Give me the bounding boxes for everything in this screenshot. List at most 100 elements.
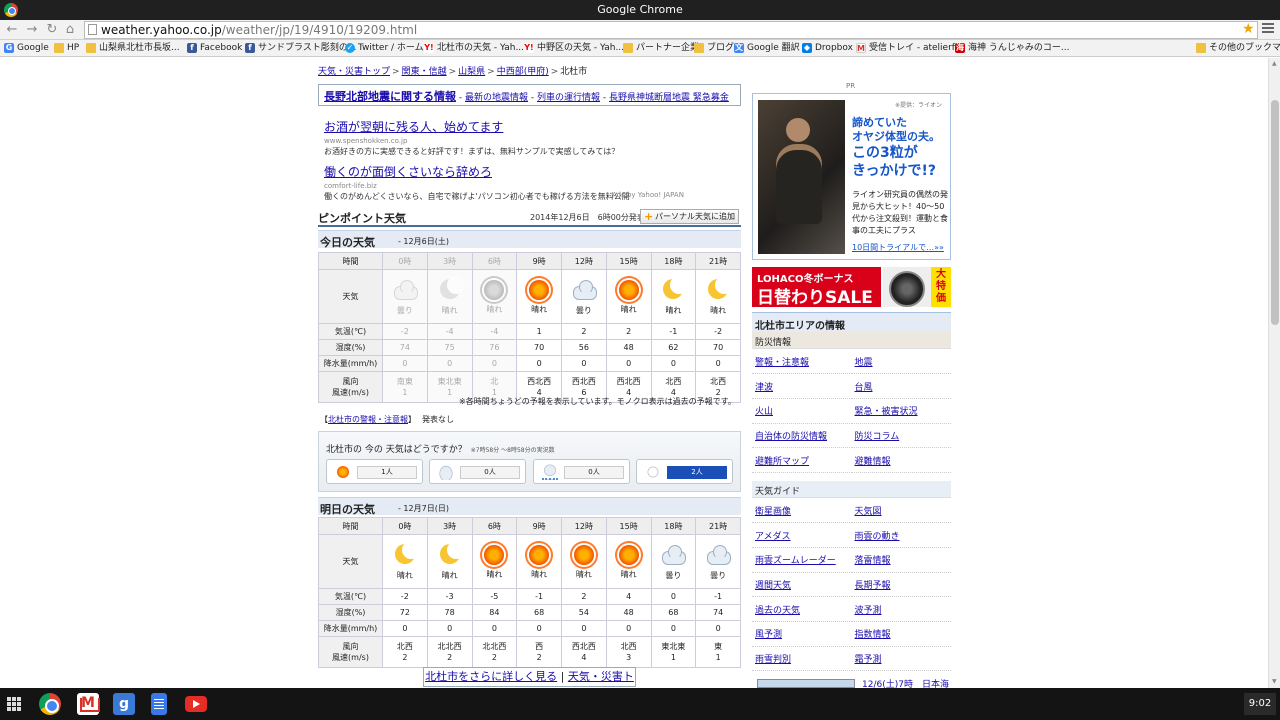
- row-label: 湿度(%): [318, 339, 383, 356]
- bookmark-star-icon[interactable]: ★: [1242, 21, 1255, 37]
- donation-link[interactable]: 長野県神城断層地震 緊急募金: [609, 93, 729, 103]
- side-link[interactable]: 長期予報: [855, 581, 891, 591]
- side-link[interactable]: 指数情報: [855, 630, 891, 640]
- lion-banner-ad[interactable]: ※提供：ライオン 諦めていた オヤジ体型の夫。 この3粒が きっかけで!? ライ…: [752, 93, 951, 260]
- side-link[interactable]: 緊急・被害状況: [855, 407, 918, 417]
- bookmark-item[interactable]: HP: [54, 42, 79, 55]
- bookmark-label: 海神 うんじゃみのコー...: [968, 43, 1070, 53]
- forecast-cell: 75: [426, 339, 473, 356]
- quake-info-link[interactable]: 長野北部地震に関する情報: [324, 90, 456, 103]
- forecast-cell: -1: [695, 588, 741, 605]
- bookmark-item[interactable]: Y! 中野区の天気 - Yah...: [524, 42, 624, 55]
- side-link[interactable]: 火山: [755, 407, 773, 417]
- bookmark-item[interactable]: f Facebook: [187, 42, 242, 55]
- google-plus-app-icon[interactable]: g: [113, 693, 135, 715]
- ad-title[interactable]: 働くのが面倒くさいなら辞めろ: [324, 163, 736, 180]
- scroll-up-icon[interactable]: ▲: [1272, 60, 1277, 67]
- weather-guide-title: 天気ガイド: [752, 481, 951, 498]
- side-link[interactable]: 天気図: [855, 507, 882, 517]
- bookmark-item[interactable]: G Google: [4, 42, 49, 55]
- ad-title[interactable]: お酒が翌朝に残る人、始めてます: [324, 118, 736, 135]
- more-detail-link[interactable]: 北杜市をさらに詳しく見る: [425, 670, 557, 683]
- rain-icon: [542, 464, 558, 480]
- side-link[interactable]: 落雷情報: [855, 556, 891, 566]
- forecast-cell: 78: [426, 604, 473, 621]
- side-link[interactable]: 防災コラム: [855, 432, 900, 442]
- y-icon: Y!: [524, 43, 534, 53]
- side-link[interactable]: 警報・注意報: [755, 358, 809, 368]
- forecast-cell: 6時: [471, 252, 518, 270]
- forecast-cell: 0: [695, 620, 741, 637]
- latest-quake-link[interactable]: 最新の地震情報: [465, 93, 528, 103]
- back-arrow-icon[interactable]: ←: [4, 22, 20, 38]
- weather-map-item[interactable]: 12/6(土)7時 日本海: [757, 677, 951, 688]
- side-link[interactable]: 波予測: [855, 606, 882, 616]
- survey-option-cloud[interactable]: 0人: [429, 459, 526, 484]
- breadcrumb-item[interactable]: 関東・信越: [402, 67, 447, 77]
- side-link[interactable]: 衛星画像: [755, 507, 791, 517]
- chrome-app-icon[interactable]: [39, 693, 61, 715]
- docs-app-icon[interactable]: [151, 693, 167, 715]
- forecast-cell: 72: [382, 604, 428, 621]
- bookmark-item[interactable]: ブログ: [694, 42, 734, 55]
- bookmark-item[interactable]: その他のブックマーク: [1196, 42, 1280, 55]
- side-link[interactable]: アメダス: [755, 532, 791, 542]
- bookmark-label: 中野区の天気 - Yah...: [537, 43, 625, 53]
- bookmark-item[interactable]: f サンドブラスト彫刻の...: [245, 42, 356, 55]
- side-link[interactable]: 避難情報: [855, 457, 891, 467]
- train-info-link[interactable]: 列車の運行情報: [537, 93, 600, 103]
- side-link[interactable]: 津波: [755, 383, 773, 393]
- side-link[interactable]: 雨雲の動き: [855, 532, 900, 542]
- forward-arrow-icon[interactable]: →: [24, 22, 40, 38]
- breadcrumb-item[interactable]: 中西部(甲府): [497, 67, 549, 77]
- bookmark-item[interactable]: M 受信トレイ - atelierf...: [856, 42, 963, 55]
- scroll-down-icon[interactable]: ▼: [1272, 678, 1277, 685]
- system-clock[interactable]: 9:02: [1244, 693, 1276, 715]
- side-link[interactable]: 雨雪判別: [755, 655, 791, 665]
- side-link[interactable]: 自治体の防災情報: [755, 432, 827, 442]
- side-link[interactable]: 雨雲ズームレーダー: [755, 556, 836, 566]
- forecast-cell: 21時: [695, 517, 741, 535]
- page-scrollbar[interactable]: ▲ ▼: [1268, 58, 1280, 688]
- pinpoint-title: ピンポイント天気: [318, 212, 406, 225]
- gmail-app-icon[interactable]: [77, 693, 100, 715]
- side-link[interactable]: 霜予測: [855, 655, 882, 665]
- survey-option-sun[interactable]: 1人: [326, 459, 423, 484]
- bookmark-item[interactable]: Y! 北杜市の天気 - Yah...: [424, 42, 524, 55]
- survey-option-rain[interactable]: 0人: [533, 459, 630, 484]
- forecast-row-weather: 天気 曇り 晴れ 晴れ 晴れ 曇り 晴れ 晴れ 晴れ: [318, 269, 741, 324]
- forecast-cell: 9時: [516, 252, 562, 270]
- os-taskbar: g 9:02: [0, 688, 1280, 720]
- ad-cta-link[interactable]: 10日間トライアルで…»»: [852, 242, 944, 253]
- bookmark-item[interactable]: 山梨県北杜市長坂...: [86, 42, 180, 55]
- forecast-cell: 68: [650, 604, 697, 621]
- side-link[interactable]: 風予測: [755, 630, 782, 640]
- reload-icon[interactable]: ↻: [44, 22, 60, 38]
- scroll-thumb[interactable]: [1271, 100, 1279, 325]
- lohaco-banner-ad[interactable]: LOHACO冬ボーナス 日替わりSALE 大 特 価: [752, 267, 951, 308]
- breadcrumb-item[interactable]: 山梨県: [458, 67, 485, 77]
- add-personal-weather-button[interactable]: パーソナル天気に追加: [640, 209, 739, 224]
- warning-link[interactable]: 北杜市の警報・注意報: [328, 415, 408, 424]
- bookmark-item[interactable]: パートナー企業: [623, 42, 699, 55]
- side-link[interactable]: 避難所マップ: [755, 457, 809, 467]
- forecast-cell: 12時: [561, 517, 607, 535]
- bookmark-item[interactable]: 文 Google 翻訳: [734, 42, 800, 55]
- bookmark-item[interactable]: 海海神 うんじゃみのコー...: [955, 42, 1069, 55]
- bookmark-item[interactable]: ◆ Dropbox: [802, 42, 853, 55]
- home-icon[interactable]: ⌂: [62, 22, 78, 38]
- youtube-app-icon[interactable]: [185, 696, 207, 712]
- side-link[interactable]: 過去の天気: [755, 606, 800, 616]
- cloud-icon: [438, 464, 454, 480]
- chrome-menu-icon[interactable]: [1262, 23, 1274, 35]
- row-label: 風向 風速(m/s): [318, 636, 383, 668]
- bookmark-item[interactable]: ✓ Twitter / ホーム: [345, 42, 424, 55]
- address-bar[interactable]: weather.yahoo.co.jp/weather/jp/19/4910/1…: [84, 21, 1258, 39]
- side-link[interactable]: 週間天気: [755, 581, 791, 591]
- side-link[interactable]: 台風: [855, 383, 873, 393]
- side-link[interactable]: 地震: [855, 358, 873, 368]
- survey-option-snow[interactable]: 2人: [636, 459, 733, 484]
- breadcrumb-item[interactable]: 天気・災害トップ: [318, 67, 390, 77]
- forecast-cell: 2: [605, 323, 652, 340]
- app-launcher-icon[interactable]: [6, 696, 22, 712]
